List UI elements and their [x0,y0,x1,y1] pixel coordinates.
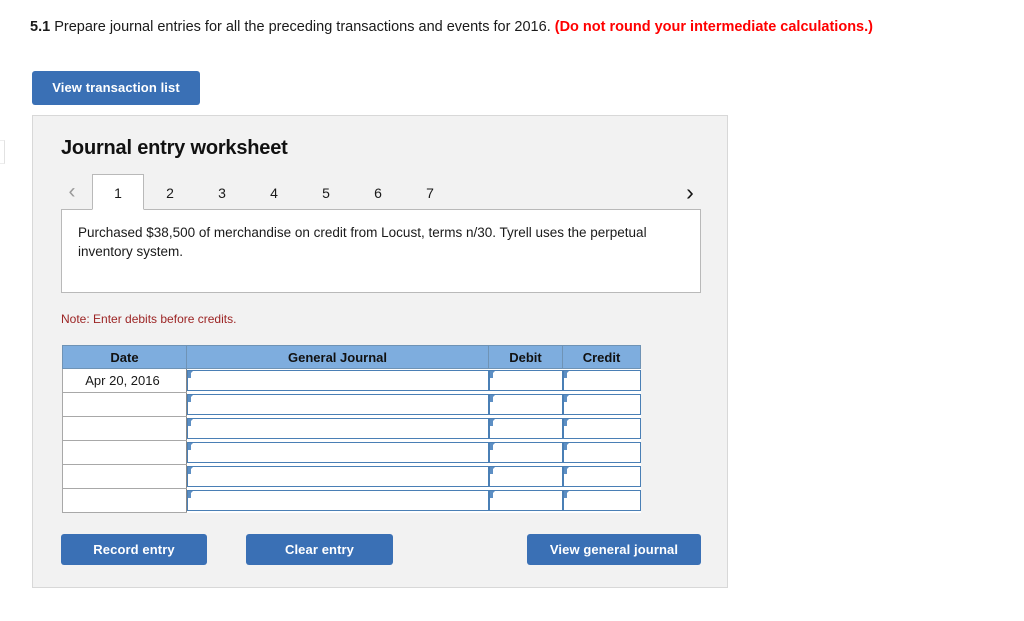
debit-input[interactable] [488,418,563,439]
general-journal-input[interactable] [187,418,489,439]
chevron-right-icon[interactable]: › [679,174,701,210]
general-journal-input-cell [186,392,489,417]
credit-input[interactable] [562,418,641,439]
debit-input[interactable] [488,490,563,511]
debit-input[interactable] [488,466,563,487]
credit-input[interactable] [562,394,641,415]
transaction-description-text: Purchased $38,500 of merchandise on cred… [78,225,647,259]
credit-input-cell [562,464,641,489]
question-number: 5.1 [30,19,51,35]
debit-input-cell [488,416,563,441]
table-row: Apr 20, 2016 [62,368,641,393]
credit-input[interactable] [562,442,641,463]
general-journal-input[interactable] [187,490,489,511]
record-entry-button[interactable]: Record entry [61,534,207,565]
general-journal-input[interactable] [187,442,489,463]
journal-entry-worksheet-panel: Journal entry worksheet ‹ 1234567 › Purc… [32,115,728,588]
column-header-credit: Credit [562,345,641,369]
page-title: Journal entry worksheet [61,137,288,159]
tab-list: 1234567 [92,174,456,210]
view-transaction-list-button[interactable]: View transaction list [32,71,200,105]
general-journal-input-cell [186,368,489,393]
general-journal-input[interactable] [187,466,489,487]
question-text: Prepare journal entries for all the prec… [50,19,555,35]
credit-input-cell [562,416,641,441]
general-journal-input-cell [186,464,489,489]
general-journal-input-cell [186,440,489,465]
date-cell [62,392,187,417]
tab-4[interactable]: 4 [248,174,300,210]
view-general-journal-button[interactable]: View general journal [527,534,701,565]
column-header-date: Date [62,345,187,369]
table-header-row: Date General Journal Debit Credit [62,345,641,369]
general-journal-input-cell [186,488,489,513]
date-cell [62,464,187,489]
table-row [62,392,641,417]
chevron-left-icon[interactable]: ‹ [61,174,83,210]
debit-input[interactable] [488,370,563,392]
credit-input[interactable] [562,466,641,487]
table-row [62,488,641,513]
tab-3[interactable]: 3 [196,174,248,210]
tab-6[interactable]: 6 [352,174,404,210]
table-row [62,440,641,465]
worksheet-tabs: ‹ 1234567 › [61,174,701,210]
question-warning: (Do not round your intermediate calculat… [554,19,873,35]
transaction-description-box: Purchased $38,500 of merchandise on cred… [61,209,701,293]
debits-before-credits-note: Note: Enter debits before credits. [61,312,237,326]
debit-input-cell [488,488,563,513]
table-row [62,464,641,489]
debit-input[interactable] [488,442,563,463]
debit-input-cell [488,464,563,489]
date-cell [62,440,187,465]
credit-input-cell [562,392,641,417]
credit-input[interactable] [562,490,641,511]
credit-input-cell [562,440,641,465]
general-journal-input[interactable] [187,370,489,392]
debit-input-cell [488,392,563,417]
credit-input[interactable] [562,370,641,392]
debit-input-cell [488,368,563,393]
column-header-general-journal: General Journal [186,345,489,369]
date-cell [62,488,187,513]
table-row [62,416,641,441]
date-cell [62,416,187,441]
left-edge-artifact [0,140,5,164]
general-journal-input-cell [186,416,489,441]
tab-1[interactable]: 1 [92,174,144,210]
column-header-debit: Debit [488,345,563,369]
debit-input-cell [488,440,563,465]
journal-entry-table: Date General Journal Debit Credit Apr 20… [62,345,641,513]
credit-input-cell [562,368,641,393]
date-cell: Apr 20, 2016 [62,368,187,393]
credit-input-cell [562,488,641,513]
tab-5[interactable]: 5 [300,174,352,210]
general-journal-input[interactable] [187,394,489,415]
tab-2[interactable]: 2 [144,174,196,210]
debit-input[interactable] [488,394,563,415]
tab-7[interactable]: 7 [404,174,456,210]
clear-entry-button[interactable]: Clear entry [246,534,393,565]
question-header: 5.1 Prepare journal entries for all the … [30,18,873,36]
